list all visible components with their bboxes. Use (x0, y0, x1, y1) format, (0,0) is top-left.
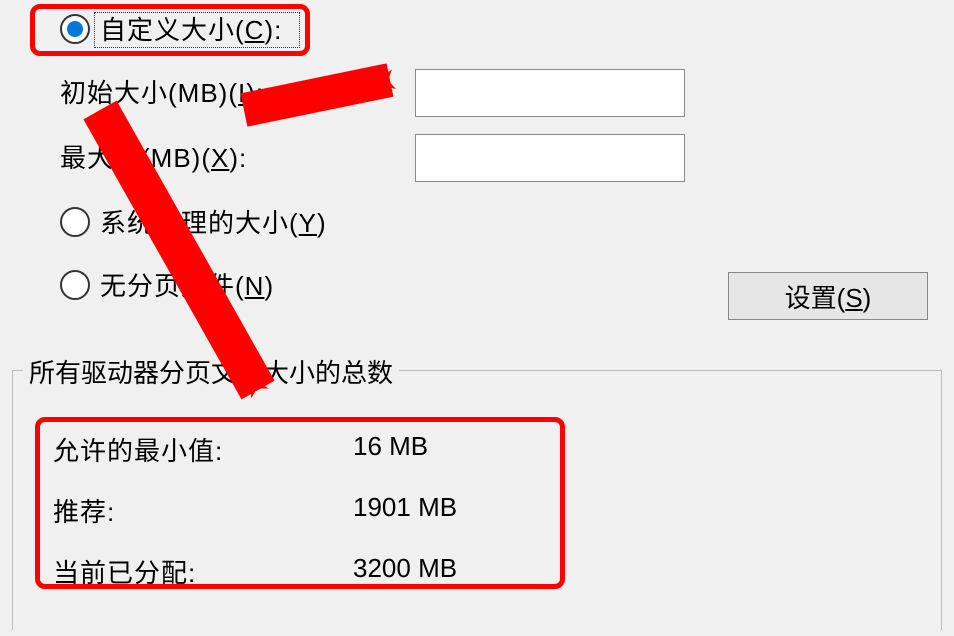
info-recommended-value: 1901 MB (353, 492, 457, 529)
info-min-value: 16 MB (353, 431, 428, 468)
info-row-min: 允许的最小值: 16 MB (53, 431, 457, 468)
radio-system-managed-label: 系统管理的大小(Y) (100, 203, 327, 240)
info-min-label: 允许的最小值: (53, 431, 353, 468)
max-value-row: 最大值(MB)(X): (60, 138, 934, 175)
paging-file-info-grid: 允许的最小值: 16 MB 推荐: 1901 MB 当前已分配: 3200 MB (53, 431, 457, 614)
initial-size-row: 初始大小(MB)(I): (60, 73, 934, 110)
paging-file-totals-group: 所有驱动器分页文件大小的总数 允许的最小值: 16 MB 推荐: 1901 MB… (12, 370, 942, 630)
virtual-memory-options: 自定义大小(C): 初始大小(MB)(I): 最大值(MB)(X): 系统管理的… (0, 0, 954, 339)
initial-size-label: 初始大小(MB)(I): (60, 73, 340, 110)
max-value-input[interactable] (415, 134, 685, 182)
radio-empty-icon (60, 270, 90, 300)
info-allocated-label: 当前已分配: (53, 553, 353, 590)
radio-custom-size[interactable]: 自定义大小(C): (60, 10, 934, 47)
set-button[interactable]: 设置(S) (728, 272, 928, 320)
radio-no-paging-label: 无分页文件(N) (100, 266, 274, 303)
paging-file-totals-title: 所有驱动器分页文件大小的总数 (23, 353, 399, 390)
info-allocated-value: 3200 MB (353, 553, 457, 590)
info-row-allocated: 当前已分配: 3200 MB (53, 553, 457, 590)
radio-empty-icon (60, 207, 90, 237)
info-row-recommended: 推荐: 1901 MB (53, 492, 457, 529)
initial-size-input[interactable] (415, 69, 685, 117)
info-recommended-label: 推荐: (53, 492, 353, 529)
max-value-label: 最大值(MB)(X): (60, 138, 340, 175)
radio-dot-icon (60, 14, 90, 44)
radio-system-managed[interactable]: 系统管理的大小(Y) (60, 203, 934, 240)
radio-custom-size-label: 自定义大小(C): (100, 10, 282, 47)
